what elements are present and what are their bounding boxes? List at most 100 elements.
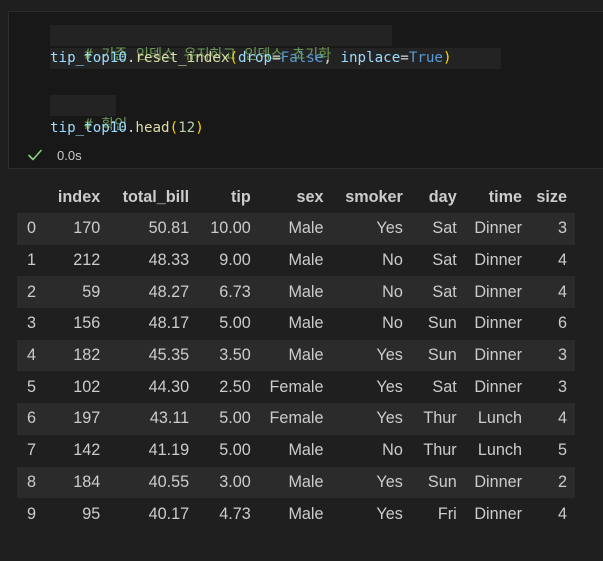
table-cell: 4 (530, 403, 575, 435)
code-variable: tip_top10 (50, 120, 127, 136)
code-method: reset_index (135, 50, 230, 66)
code-arg-value: False (280, 50, 324, 66)
table-row: 3 156 48.17 5.00 Male No Sun Dinner 6 (17, 308, 575, 340)
table-cell: 5 (530, 434, 575, 467)
column-header: size (530, 181, 575, 213)
table-cell: Sat (410, 244, 465, 277)
column-header: smoker (331, 181, 411, 213)
table-cell: Dinner (464, 276, 530, 309)
table-cell: Male (258, 244, 332, 277)
table-cell: 45.35 (108, 339, 198, 372)
code-line-5: tip_top10.head(12) (50, 120, 204, 136)
table-cell: No (331, 434, 411, 467)
table-cell: 4 (530, 244, 575, 277)
table-cell: Female (258, 403, 332, 435)
table-cell: 9.00 (197, 244, 259, 277)
table-row: 9 95 40.17 4.73 Male Yes Fri Dinner 4 (17, 498, 575, 530)
table-header-row: index total_bill tip sex smoker day time… (17, 181, 575, 213)
table-cell: Dinner (464, 498, 530, 530)
table-cell: 2 (530, 466, 575, 499)
code-cell-editor[interactable]: # 기존 인덱스 유지하고 인덱스 초기화 tip_top10.reset_in… (8, 11, 603, 169)
code-arg-name: inplace (340, 50, 401, 66)
table-cell: 102 (51, 371, 109, 404)
table-cell: Male (258, 308, 332, 340)
table-cell: 3.50 (197, 339, 259, 372)
table-cell: No (331, 244, 411, 277)
table-cell: 4.73 (197, 498, 259, 530)
row-index: 1 (17, 244, 52, 277)
table-cell: Yes (331, 213, 411, 245)
table-cell: Dinner (464, 371, 530, 404)
table-cell: Male (258, 466, 332, 499)
code-arg-name: drop (237, 50, 273, 66)
row-index: 6 (17, 403, 52, 435)
table-cell: Fri (410, 498, 465, 530)
cell-output: index total_bill tip sex smoker day time… (17, 181, 575, 530)
code-method: head (135, 120, 170, 136)
table-row: 5 102 44.30 2.50 Female Yes Sat Dinner 3 (17, 371, 575, 404)
table-row: 4 182 45.35 3.50 Male Yes Sun Dinner 3 (17, 339, 575, 372)
index-corner (17, 181, 52, 213)
column-header: total_bill (108, 181, 198, 213)
table-cell: 48.17 (108, 308, 198, 340)
table-cell: Male (258, 276, 332, 309)
table-cell: Male (258, 498, 332, 530)
table-cell: 5.00 (197, 434, 259, 467)
table-cell: 40.55 (108, 466, 198, 499)
table-cell: 43.11 (108, 403, 198, 435)
table-cell: 5.00 (197, 403, 259, 435)
table-cell: Dinner (464, 466, 530, 499)
code-line-4: # 확인 (50, 95, 127, 133)
table-cell: Female (258, 371, 332, 404)
table-cell: Yes (331, 498, 411, 530)
table-cell: 6 (530, 308, 575, 340)
dataframe-table: index total_bill tip sex smoker day time… (17, 181, 575, 530)
table-row: 6 197 43.11 5.00 Female Yes Thur Lunch 4 (17, 403, 575, 435)
table-cell: Yes (331, 339, 411, 372)
table-cell: Sun (410, 308, 465, 340)
table-cell: Sat (410, 276, 465, 309)
table-cell: Male (258, 339, 332, 372)
execution-status: 0.0s (27, 146, 82, 164)
table-cell: Yes (331, 403, 411, 435)
table-cell: Male (258, 213, 332, 245)
table-cell: 184 (51, 466, 109, 499)
table-cell: 3 (530, 339, 575, 372)
row-index: 5 (17, 371, 52, 404)
table-cell: Dinner (464, 213, 530, 245)
table-cell: Yes (331, 466, 411, 499)
table-cell: 5.00 (197, 308, 259, 340)
table-cell: 95 (51, 498, 109, 530)
code-variable: tip_top10 (50, 50, 127, 66)
column-header: sex (258, 181, 332, 213)
table-cell: 197 (51, 403, 109, 435)
table-cell: 41.19 (108, 434, 198, 467)
table-cell: 212 (51, 244, 109, 277)
table-cell: No (331, 276, 411, 309)
table-row: 7 142 41.19 5.00 Male No Thur Lunch 5 (17, 434, 575, 467)
row-index: 3 (17, 308, 52, 340)
table-cell: 10.00 (197, 213, 259, 245)
table-row: 2 59 48.27 6.73 Male No Sat Dinner 4 (17, 276, 575, 309)
table-row: 1 212 48.33 9.00 Male No Sat Dinner 4 (17, 244, 575, 277)
table-cell: Male (258, 434, 332, 467)
table-cell: Lunch (464, 434, 530, 467)
table-cell: 40.17 (108, 498, 198, 530)
table-cell: 44.30 (108, 371, 198, 404)
column-header: time (464, 181, 530, 213)
table-cell: 6.73 (197, 276, 259, 309)
table-row: 8 184 40.55 3.00 Male Yes Sun Dinner 2 (17, 466, 575, 499)
table-cell: Sun (410, 339, 465, 372)
table-cell: 4 (530, 498, 575, 530)
code-line-2: tip_top10.reset_index(drop=False, inplac… (50, 50, 452, 66)
table-cell: Yes (331, 371, 411, 404)
table-cell: 3.00 (197, 466, 259, 499)
table-cell: 3 (530, 371, 575, 404)
table-cell: No (331, 308, 411, 340)
table-cell: 50.81 (108, 213, 198, 245)
code-number: 12 (178, 120, 196, 136)
code-line-1: # 기존 인덱스 유지하고 인덱스 초기화 (50, 25, 331, 63)
row-index: 2 (17, 276, 52, 309)
table-cell: Sat (410, 213, 465, 245)
column-header: day (410, 181, 465, 213)
